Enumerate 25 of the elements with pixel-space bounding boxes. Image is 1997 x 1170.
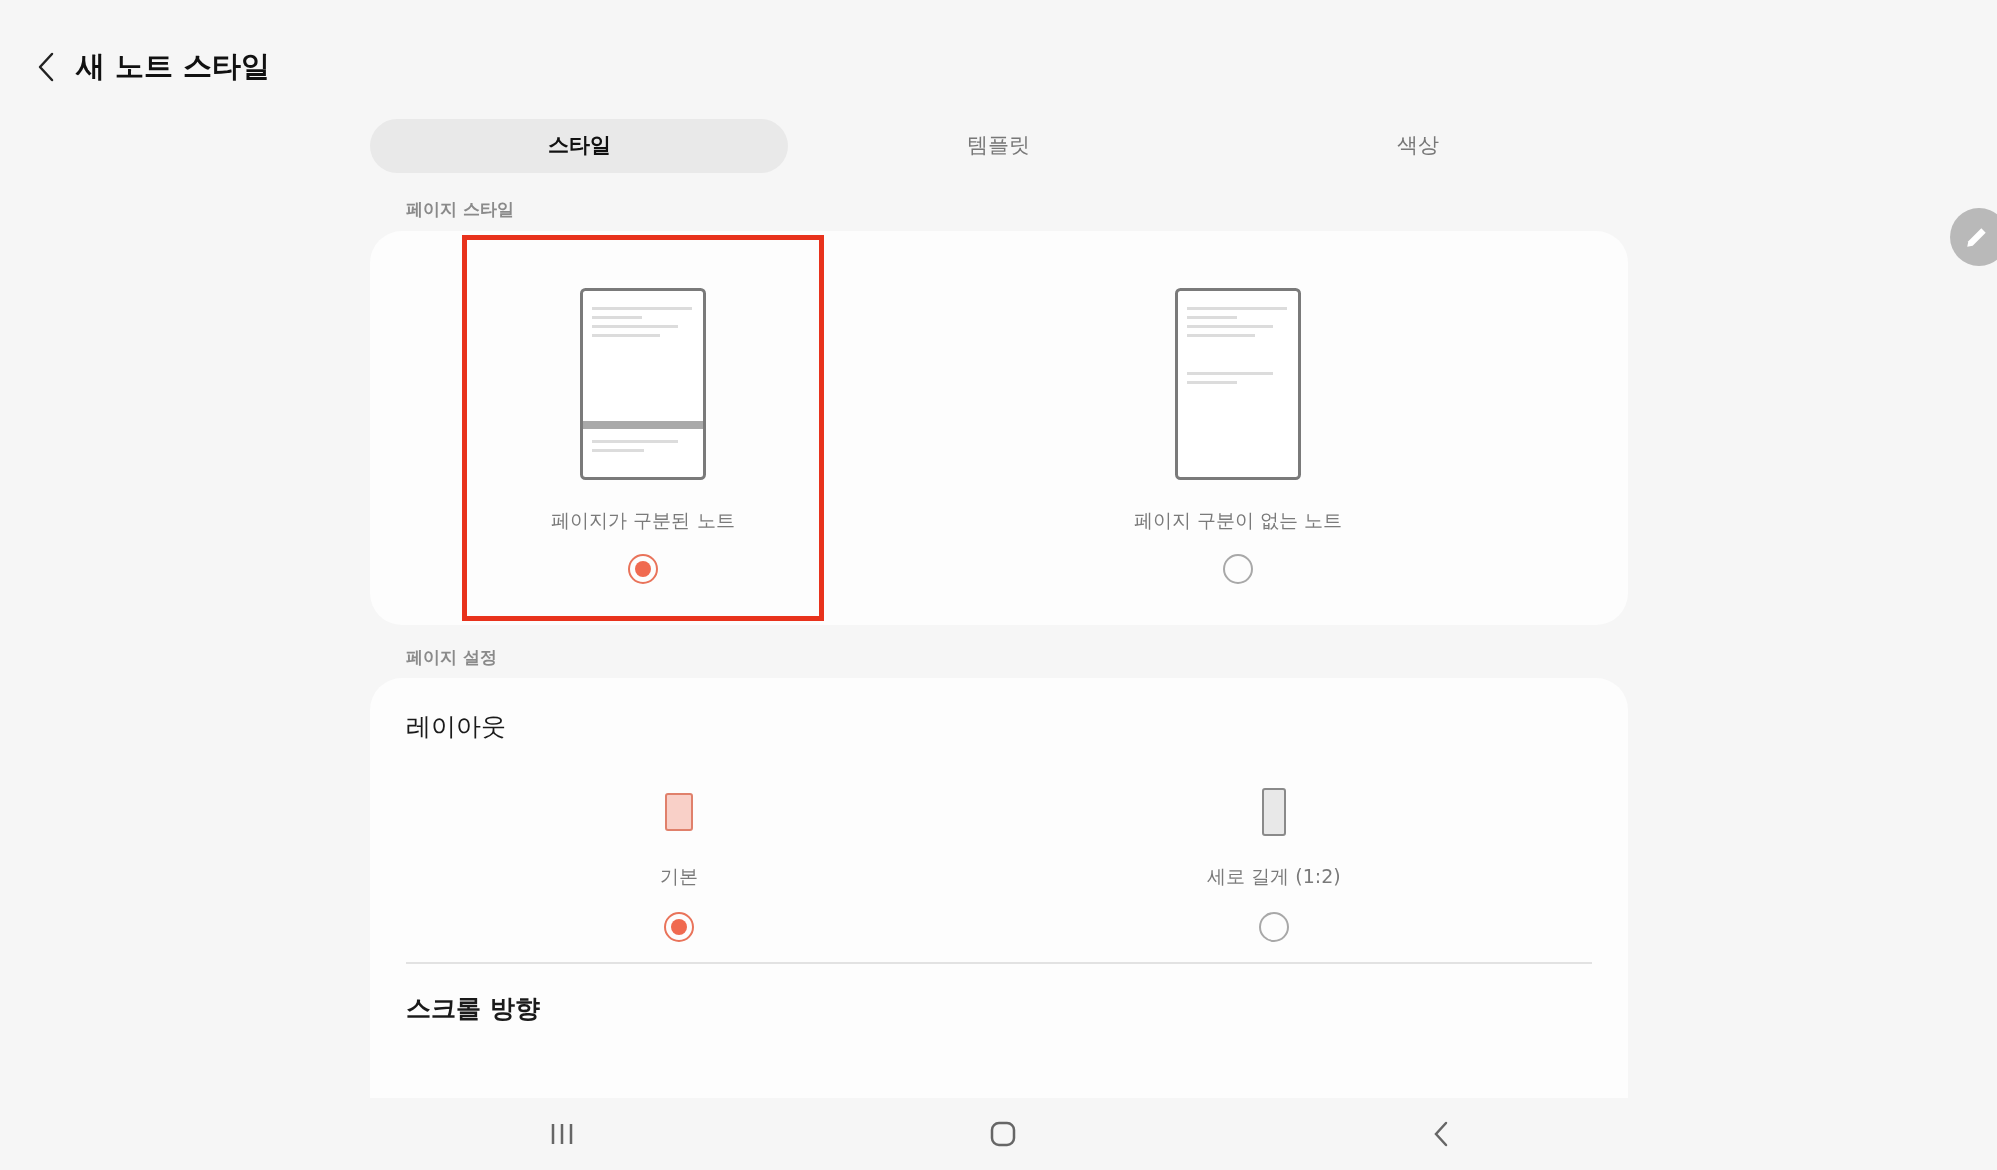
radio-button[interactable]	[1259, 912, 1289, 942]
style-option[interactable]: 페이지가 구분된 노트	[462, 234, 824, 621]
home-icon[interactable]	[990, 1121, 1016, 1147]
option-label: 페이지가 구분된 노트	[551, 507, 735, 533]
section-heading: 페이지 설정	[406, 645, 497, 669]
style-option[interactable]: 페이지 구분이 없는 노트	[1057, 234, 1419, 621]
radio-button[interactable]	[664, 912, 694, 942]
tab[interactable]: 템플릿	[789, 119, 1208, 173]
continuous-page-icon	[1175, 287, 1301, 480]
section-heading: 페이지 스타일	[406, 198, 514, 221]
radio-button[interactable]	[628, 554, 658, 584]
recent-apps-icon[interactable]	[550, 1122, 574, 1146]
divided-page-icon	[580, 287, 706, 480]
radio-button[interactable]	[1223, 554, 1253, 584]
setting-title: 레이아웃	[406, 711, 506, 743]
tall-page-icon	[1262, 787, 1286, 836]
page-ratio-icon	[665, 792, 693, 831]
tab[interactable]: 색상	[1208, 119, 1627, 173]
option-label: 세로 길게 (1:2)	[1207, 863, 1341, 889]
page-title: 새 노트 스타일	[76, 48, 271, 86]
edit-button[interactable]	[1950, 208, 1997, 266]
option-label: 기본	[660, 863, 698, 889]
option-label: 페이지 구분이 없는 노트	[1133, 507, 1343, 533]
tab[interactable]: 스타일	[370, 119, 788, 173]
setting-title: 스크롤 방향	[406, 993, 540, 1025]
